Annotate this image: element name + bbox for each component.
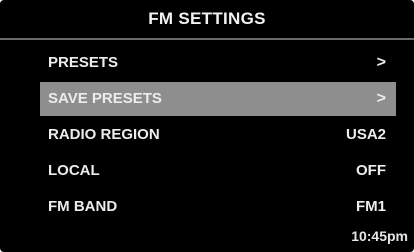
title-divider [0,38,414,40]
menu-item-label: LOCAL [48,162,100,179]
menu-item-label: SAVE PRESETS [48,90,162,107]
screen-title: FM SETTINGS [148,9,266,28]
settings-menu: PRESETS > SAVE PRESETS > RADIO REGION US… [40,46,396,226]
local-value: OFF [356,162,386,179]
menu-item-radio-region[interactable]: RADIO REGION USA2 [40,118,396,152]
fm-band-value: FM1 [356,198,386,215]
menu-item-local[interactable]: LOCAL OFF [40,154,396,188]
menu-item-presets[interactable]: PRESETS > [40,46,396,80]
menu-item-label: RADIO REGION [48,126,160,143]
menu-item-fm-band[interactable]: FM BAND FM1 [40,190,396,224]
menu-item-label: PRESETS [48,54,119,71]
menu-item-label: FM BAND [48,198,118,215]
chevron-right-icon: > [376,54,386,71]
menu-item-save-presets[interactable]: SAVE PRESETS > [40,82,396,116]
fm-settings-screen: FM SETTINGS PRESETS > SAVE PRESETS > RAD… [0,0,414,252]
clock: 10:45pm [351,228,408,244]
chevron-right-icon: > [376,90,386,107]
radio-region-value: USA2 [345,126,386,143]
